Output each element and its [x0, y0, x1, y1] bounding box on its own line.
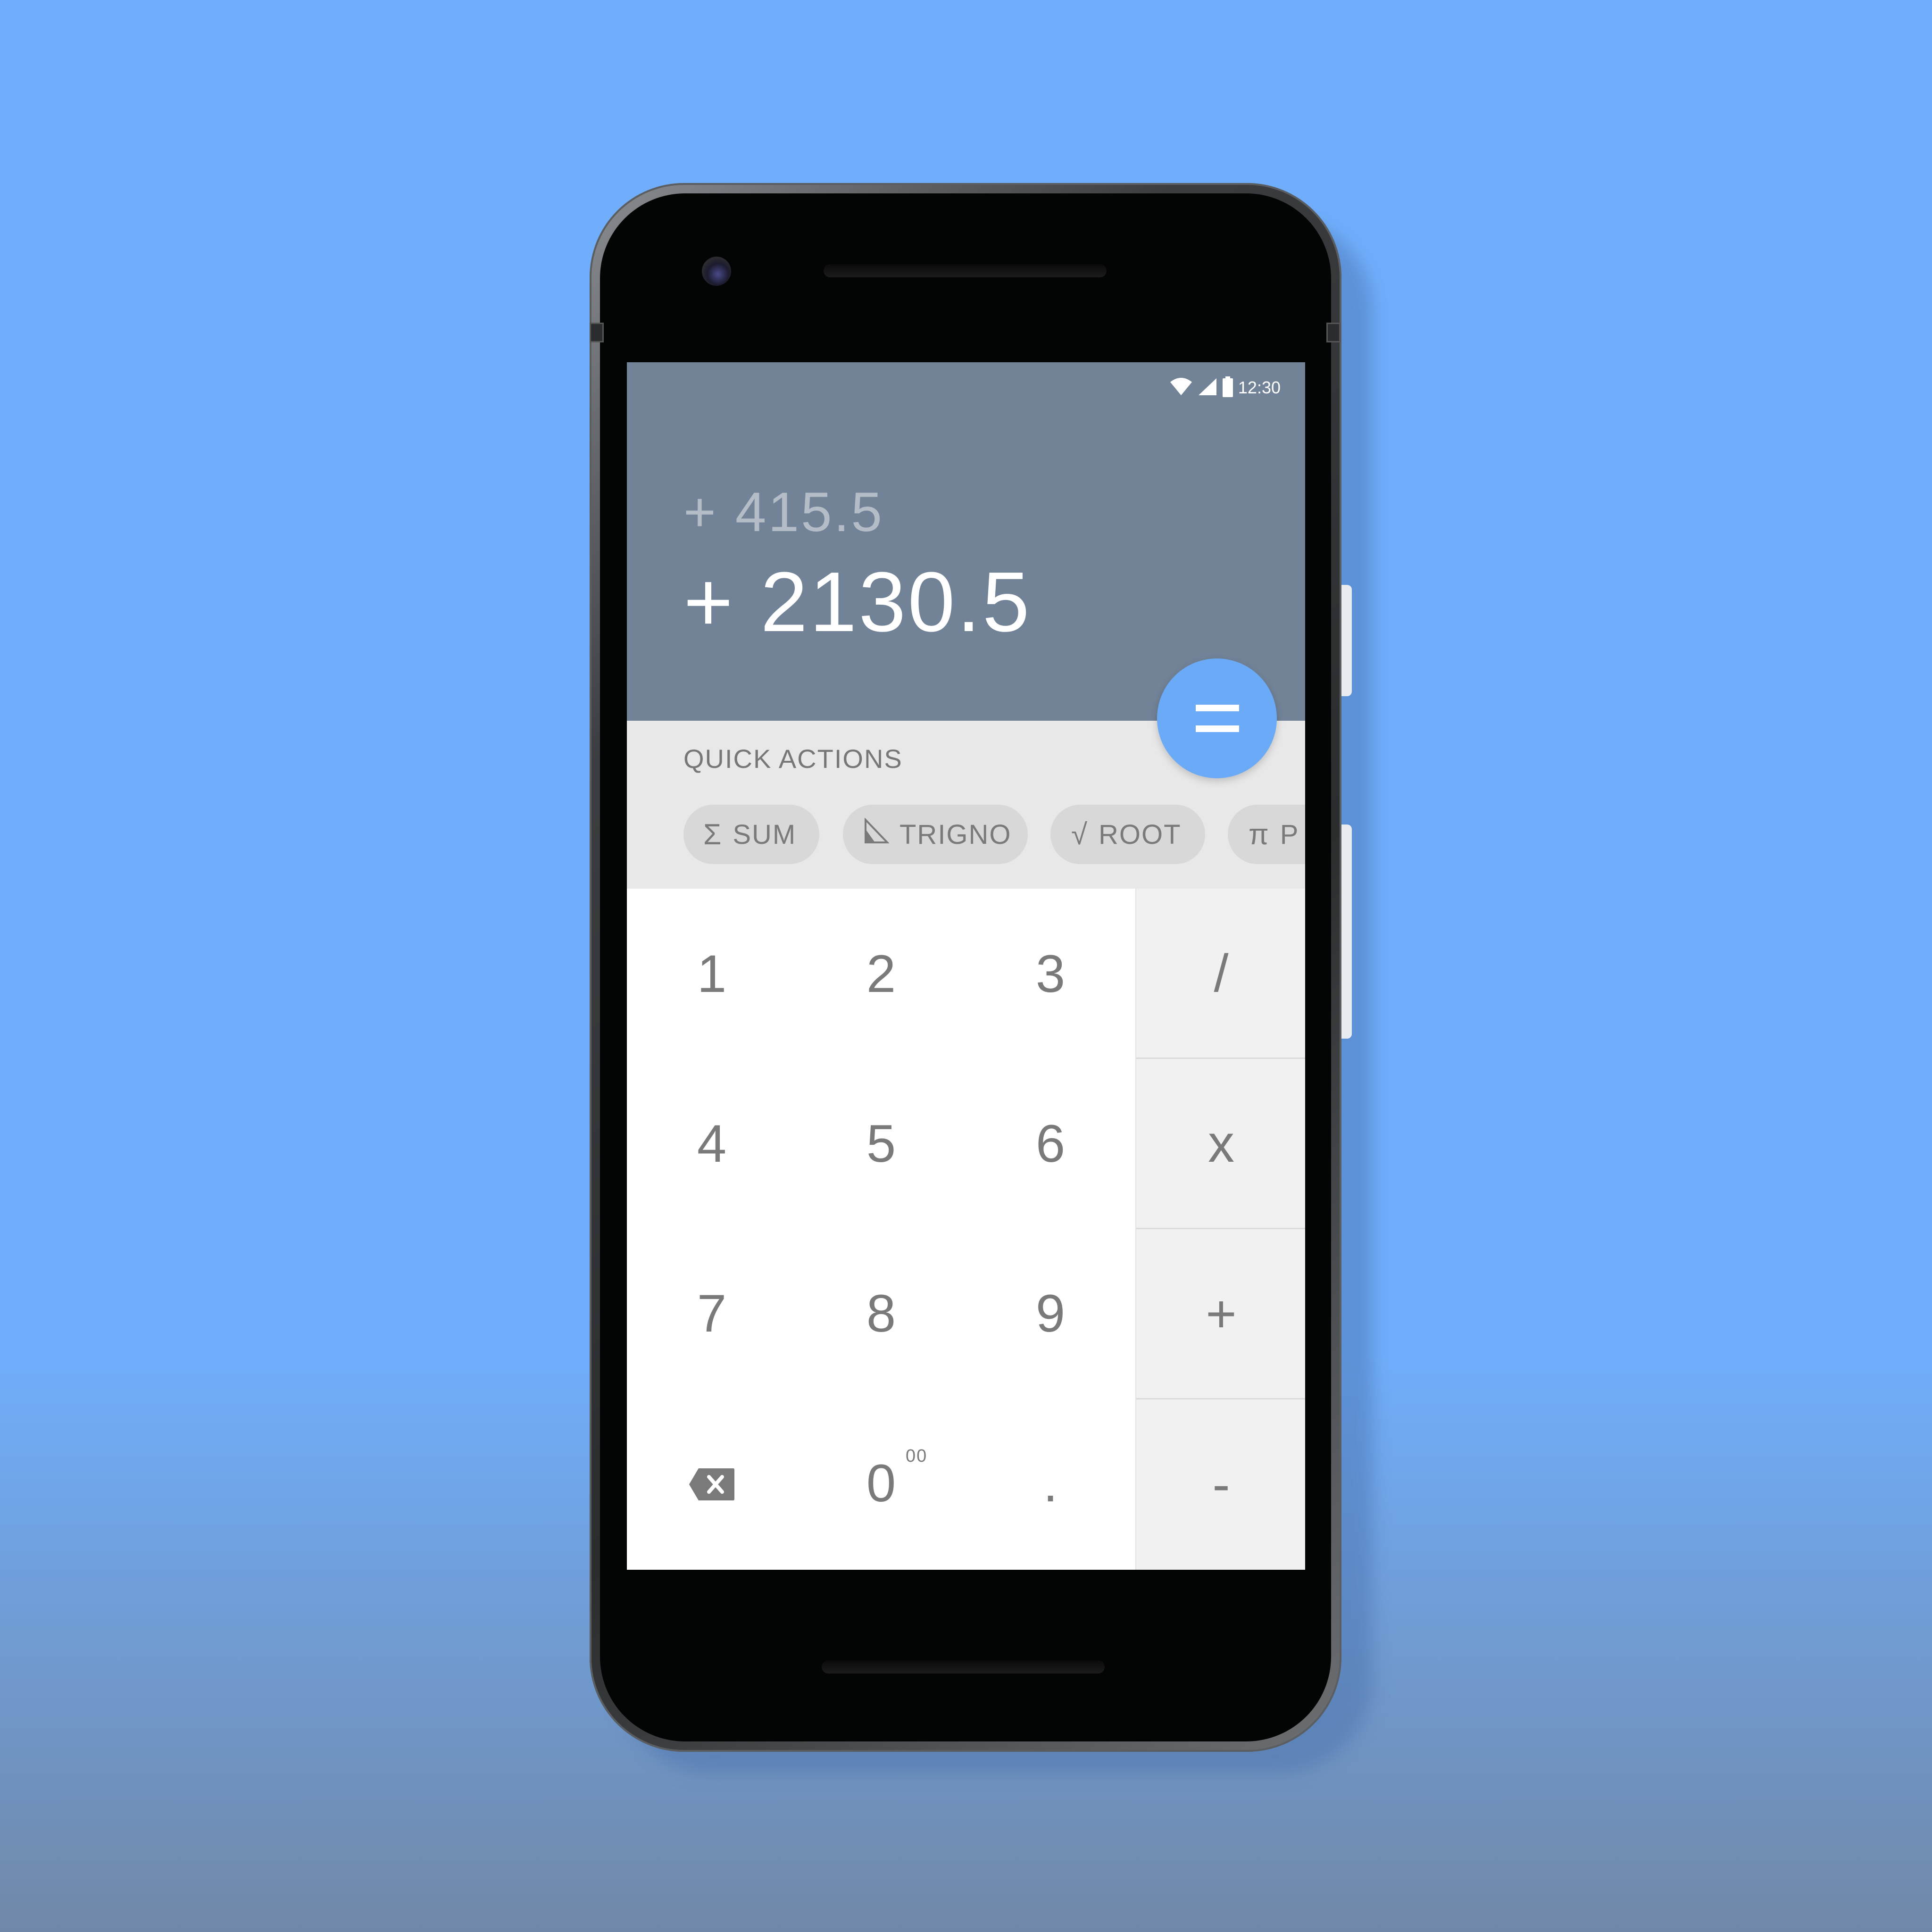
- trigno-chip[interactable]: TRIGNO: [843, 805, 1028, 864]
- equals-button[interactable]: [1157, 658, 1277, 778]
- subtract-key[interactable]: -: [1136, 1399, 1305, 1568]
- sum-chip[interactable]: Σ SUM: [683, 805, 819, 864]
- side-nub-right: [1326, 323, 1341, 342]
- key-5[interactable]: 5: [796, 1058, 966, 1228]
- battery-icon: [1222, 376, 1233, 400]
- side-nub-left: [590, 323, 604, 342]
- key-0-label: 0: [866, 1453, 896, 1513]
- key-7[interactable]: 7: [627, 1228, 797, 1398]
- key-9[interactable]: 9: [966, 1228, 1135, 1398]
- status-bar: 12:30: [1169, 374, 1281, 402]
- phone-screen: 12:30 + 415.5 + 2130.5 QUICK ACTIONS Σ S…: [627, 362, 1305, 1570]
- sum-chip-label: SUM: [733, 819, 797, 850]
- wifi-icon: [1169, 377, 1193, 399]
- root-icon: √: [1071, 818, 1089, 851]
- top-speaker: [824, 264, 1107, 277]
- sigma-icon: Σ: [703, 818, 723, 851]
- multiply-key[interactable]: x: [1136, 1059, 1305, 1229]
- key-3[interactable]: 3: [966, 889, 1135, 1058]
- add-key[interactable]: +: [1136, 1229, 1305, 1399]
- key-4[interactable]: 4: [627, 1058, 797, 1228]
- key-1[interactable]: 1: [627, 889, 797, 1058]
- current-entry: + 2130.5: [683, 555, 1032, 650]
- pi-chip-label: P: [1280, 819, 1299, 850]
- backspace-icon: [688, 1453, 735, 1514]
- triangle-icon: [863, 817, 890, 851]
- previous-entry: + 415.5: [683, 481, 884, 543]
- cell-signal-icon: [1198, 377, 1217, 399]
- quick-actions-title: QUICK ACTIONS: [683, 744, 903, 774]
- pi-chip[interactable]: π P: [1228, 805, 1305, 864]
- front-camera: [702, 257, 731, 286]
- root-chip[interactable]: √ ROOT: [1050, 805, 1205, 864]
- trigno-chip-label: TRIGNO: [899, 819, 1012, 850]
- volume-button: [1341, 824, 1352, 1039]
- decimal-key[interactable]: .: [966, 1398, 1135, 1568]
- power-button: [1341, 585, 1352, 696]
- key-6[interactable]: 6: [966, 1058, 1135, 1228]
- key-0[interactable]: 0 00: [796, 1398, 966, 1568]
- divide-key[interactable]: /: [1136, 889, 1305, 1059]
- number-keypad: 1 2 3 4 5 6 7 8 9 0 00 .: [627, 889, 1135, 1570]
- status-time: 12:30: [1238, 378, 1281, 397]
- pi-icon: π: [1249, 818, 1270, 851]
- key-8[interactable]: 8: [796, 1228, 966, 1398]
- key-00-hint: 00: [906, 1446, 928, 1466]
- bottom-speaker: [822, 1660, 1105, 1674]
- key-2[interactable]: 2: [796, 889, 966, 1058]
- backspace-key[interactable]: [627, 1398, 797, 1568]
- root-chip-label: ROOT: [1099, 819, 1182, 850]
- operator-column: / x + -: [1135, 889, 1305, 1570]
